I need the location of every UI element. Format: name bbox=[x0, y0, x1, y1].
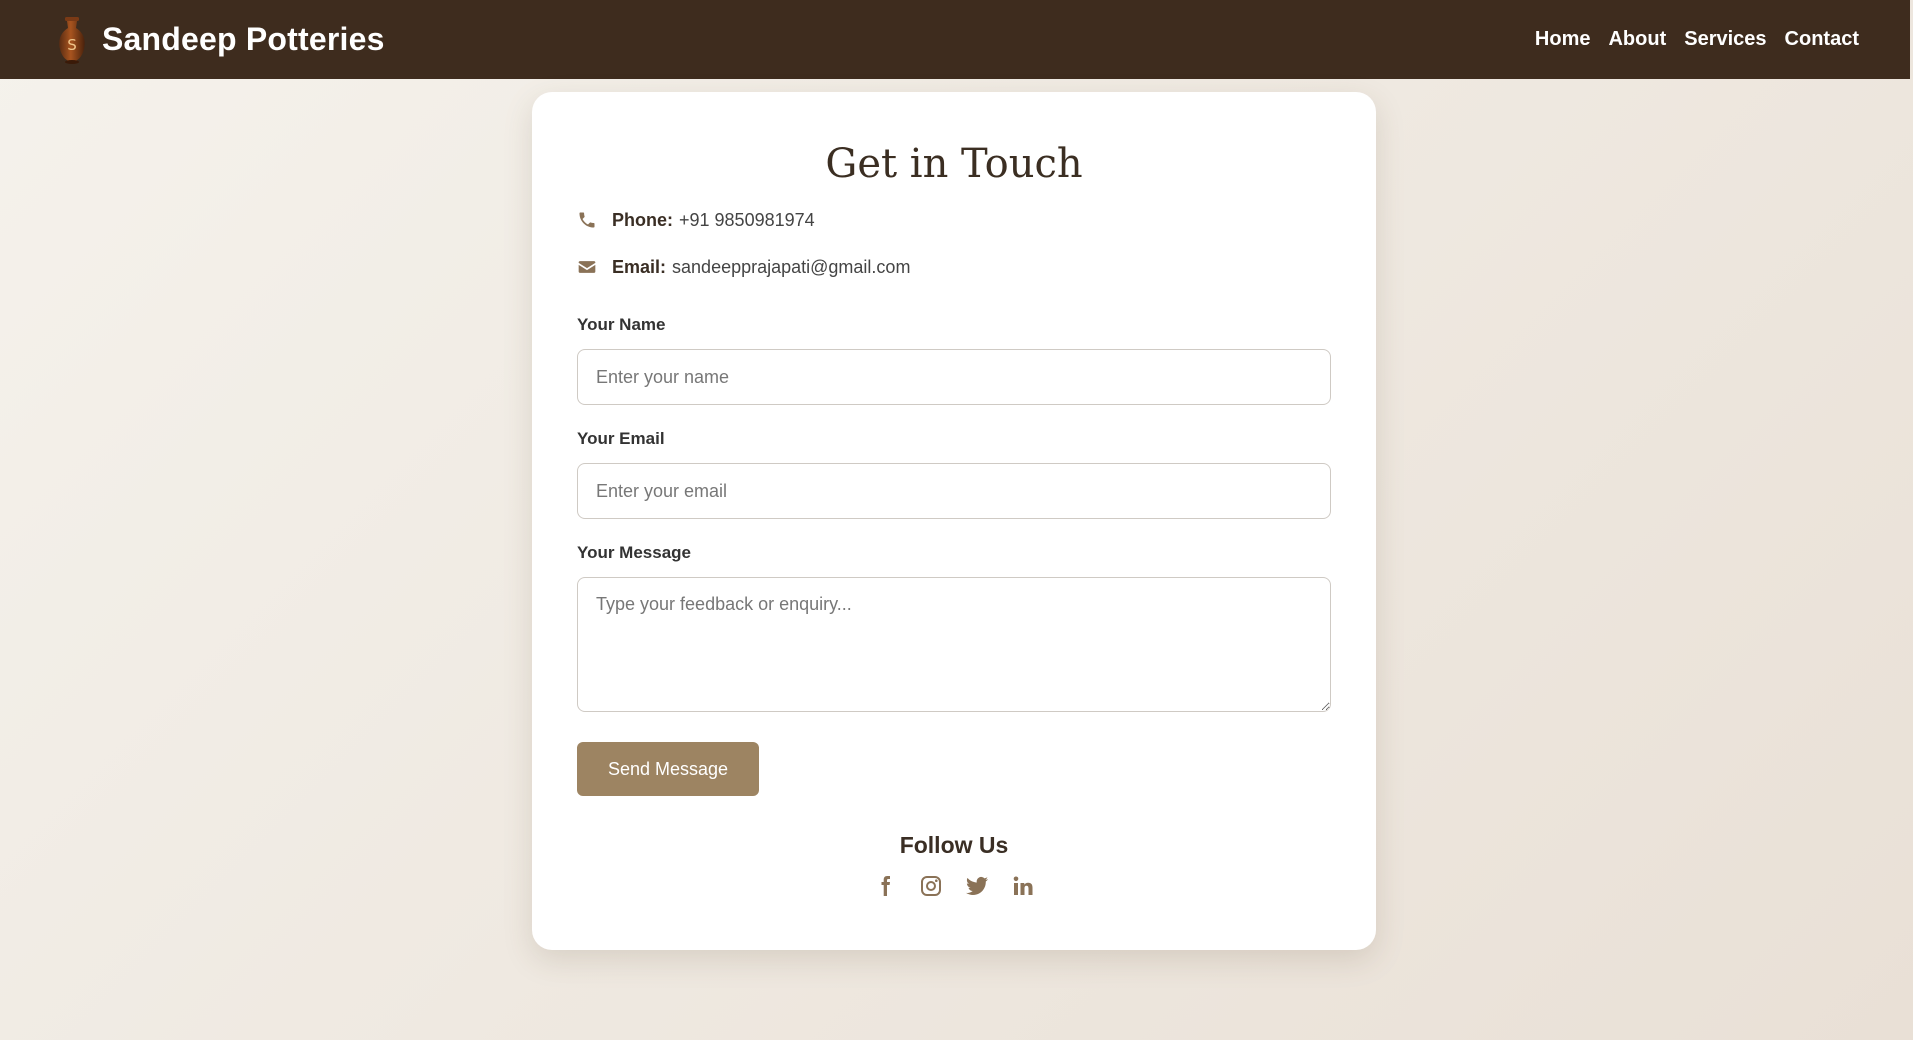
pottery-vase-logo: S bbox=[59, 16, 85, 64]
linkedin-icon[interactable] bbox=[1010, 873, 1036, 899]
send-message-button[interactable]: Send Message bbox=[577, 742, 759, 796]
message-textarea[interactable] bbox=[577, 577, 1331, 712]
phone-label: Phone: bbox=[612, 209, 673, 230]
nav-services-link[interactable]: Services bbox=[1684, 28, 1766, 51]
nav-home-link[interactable]: Home bbox=[1535, 28, 1591, 51]
contact-form: Your Name Your Email Your Message Send M… bbox=[577, 315, 1331, 796]
phone-value: +91 9850981974 bbox=[679, 209, 815, 230]
contact-card: Get in Touch Phone: +91 9850981974 Email… bbox=[532, 92, 1376, 950]
brand-name: Sandeep Potteries bbox=[102, 21, 385, 57]
email-field-label: Your Email bbox=[577, 429, 665, 448]
email-label: Email: bbox=[612, 256, 667, 277]
envelope-icon bbox=[577, 257, 597, 277]
phone-row: Phone: +91 9850981974 bbox=[577, 206, 1331, 234]
email-input[interactable] bbox=[577, 463, 1331, 519]
email-value: sandeepprajapati@gmail.com bbox=[672, 256, 911, 277]
follow-us-heading: Follow Us bbox=[899, 832, 1009, 858]
facebook-icon[interactable] bbox=[872, 873, 898, 899]
nav-contact-link[interactable]: Contact bbox=[1785, 28, 1859, 51]
logo-letter: S bbox=[67, 36, 77, 54]
instagram-icon[interactable] bbox=[918, 873, 944, 899]
navbar: S Sandeep Potteries Home About Services … bbox=[0, 0, 1910, 79]
social-links bbox=[577, 873, 1331, 899]
email-row: Email: sandeepprajapati@gmail.com bbox=[577, 253, 1331, 281]
brand[interactable]: S Sandeep Potteries bbox=[56, 15, 385, 65]
nav-links: Home About Services Contact bbox=[1535, 28, 1859, 51]
message-label: Your Message bbox=[577, 543, 692, 562]
name-label: Your Name bbox=[577, 315, 666, 334]
name-input[interactable] bbox=[577, 349, 1331, 405]
page-title: Get in Touch bbox=[825, 141, 1083, 187]
twitter-icon[interactable] bbox=[964, 873, 990, 899]
nav-about-link[interactable]: About bbox=[1608, 28, 1666, 51]
phone-icon bbox=[577, 210, 597, 230]
